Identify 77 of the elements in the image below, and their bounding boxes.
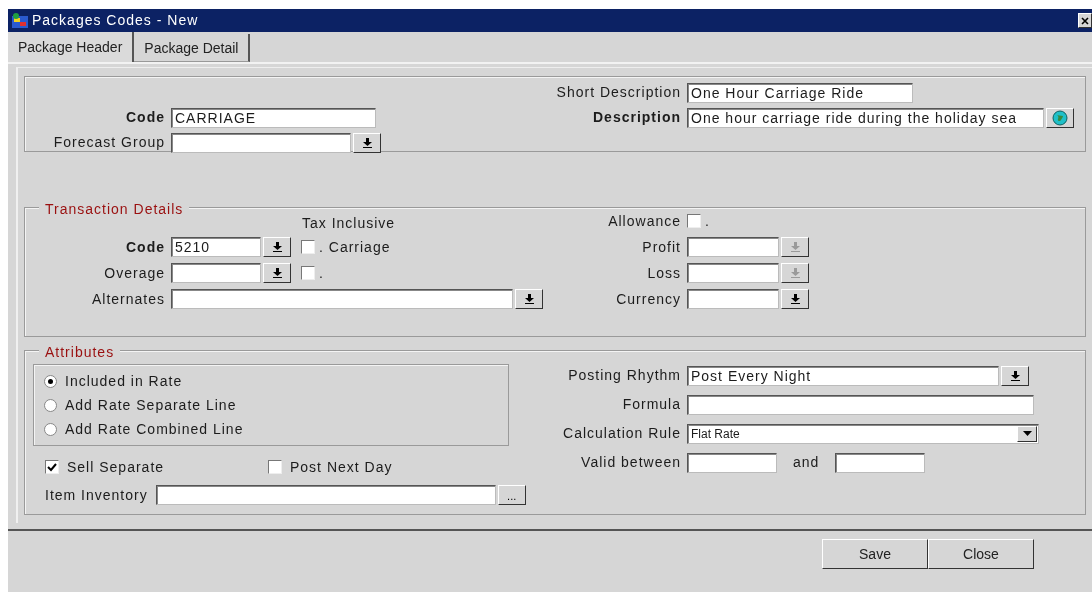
globe-icon	[1052, 109, 1068, 126]
checkbox[interactable]	[301, 266, 315, 280]
field-label: Forecast Group	[52, 133, 165, 152]
input-field[interactable]	[171, 132, 351, 153]
checkbox-label: Sell Separate	[67, 457, 165, 477]
lookup-button[interactable]	[1046, 107, 1074, 128]
input-field[interactable]	[687, 263, 779, 283]
app-icon	[11, 12, 29, 29]
field-label: Currency	[615, 289, 681, 309]
dialog-button[interactable]: Save	[822, 539, 928, 569]
field-label: Valid between	[580, 453, 681, 472]
checkbox[interactable]	[687, 214, 701, 228]
field-label: Posting Rhythm	[567, 366, 681, 385]
checkbox-label: . Carriage	[319, 237, 391, 257]
dropdown-button[interactable]	[263, 237, 291, 257]
input-field[interactable]	[171, 289, 513, 309]
close-icon[interactable]	[1078, 13, 1092, 28]
range-label: and	[793, 453, 820, 472]
input-field[interactable]	[155, 485, 496, 505]
input-field[interactable]	[687, 289, 779, 309]
checkbox-label: Post Next Day	[290, 457, 393, 477]
tab[interactable]: Package Detail	[134, 34, 251, 62]
down-arrow-icon	[272, 268, 282, 278]
checkbox[interactable]	[301, 240, 315, 254]
checkbox-label: .	[705, 211, 710, 231]
dropdown-button[interactable]	[353, 132, 381, 153]
tab[interactable]: Package Header	[8, 32, 135, 62]
input-field[interactable]: One hour carriage ride during the holiday sea	[687, 107, 1044, 128]
browse-button[interactable]: ...	[497, 485, 526, 505]
dropdown-field[interactable]: Flat Rate	[687, 423, 1039, 444]
dropdown-button[interactable]	[1017, 425, 1037, 442]
check-icon	[47, 462, 57, 472]
field-label: Code	[125, 108, 165, 127]
field-label: Loss	[646, 263, 681, 283]
field-label: Alternates	[90, 289, 165, 309]
input-field[interactable]	[687, 237, 779, 257]
input-field[interactable]: CARRIAGE	[171, 107, 376, 128]
field-label: Calculation Rule	[562, 424, 681, 443]
field-label: Short Description	[555, 83, 681, 102]
input-field[interactable]: 5210	[171, 237, 261, 257]
field-label: Description	[592, 108, 681, 127]
field-label: Overage	[103, 263, 165, 283]
input-field[interactable]	[171, 263, 261, 283]
checkbox[interactable]	[268, 460, 282, 474]
dropdown-button[interactable]	[515, 289, 543, 309]
input-field[interactable]: Post Every Night	[687, 365, 999, 386]
column-header: Tax Inclusive	[302, 214, 396, 233]
field-label: Profit	[641, 237, 681, 257]
radio-label: Add Rate Combined Line	[65, 419, 244, 439]
field-label: Formula	[621, 395, 681, 414]
caret-icon	[1022, 431, 1032, 436]
date-field[interactable]	[835, 452, 926, 473]
field-label: Code	[125, 237, 165, 257]
down-arrow-icon	[362, 137, 372, 148]
dropdown-button[interactable]	[263, 263, 291, 283]
down-arrow-icon	[790, 268, 800, 278]
date-field[interactable]	[687, 452, 777, 473]
radio-button[interactable]	[44, 422, 57, 436]
down-arrow-icon	[790, 294, 800, 304]
dropdown-button[interactable]	[1001, 365, 1029, 386]
window-title: Packages Codes - New	[32, 11, 199, 30]
input-field[interactable]	[687, 394, 1034, 415]
dropdown-button[interactable]	[781, 289, 809, 309]
checkbox[interactable]	[45, 460, 59, 474]
radio-button[interactable]	[44, 398, 57, 412]
down-arrow-icon	[790, 242, 800, 252]
field-label: Allowance	[607, 211, 681, 231]
radio-label: Add Rate Separate Line	[65, 395, 237, 415]
down-arrow-icon	[272, 242, 282, 252]
checkbox-label: .	[319, 263, 324, 283]
down-arrow-icon	[524, 294, 534, 304]
field-label: Item Inventory	[45, 485, 148, 505]
dialog-button[interactable]: Close	[928, 539, 1034, 569]
radio-button[interactable]	[44, 374, 57, 388]
radio-label: Included in Rate	[65, 371, 183, 391]
input-field[interactable]: One Hour Carriage Ride	[687, 82, 913, 103]
down-arrow-icon	[1010, 370, 1020, 381]
